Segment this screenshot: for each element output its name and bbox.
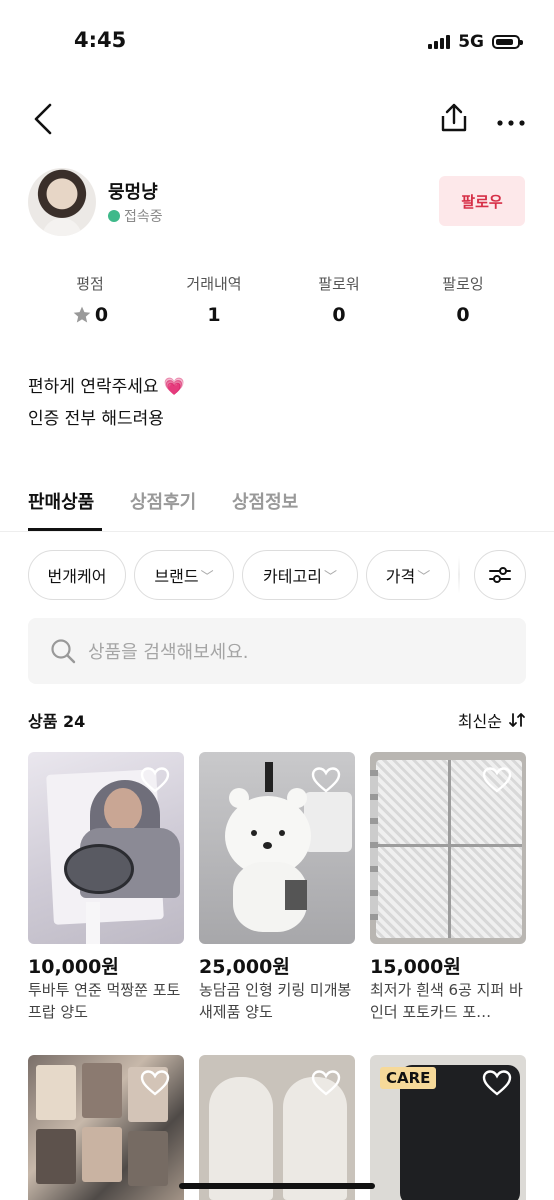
stat-value: 0	[94, 304, 109, 326]
sliders-icon	[489, 567, 511, 583]
stat-following[interactable]: 팔로잉 0	[401, 273, 525, 326]
stat-label: 팔로잉	[442, 275, 484, 293]
product-price: 10,000원	[28, 956, 119, 978]
online-status-label: 접속중	[124, 209, 163, 225]
tab-reviews[interactable]: 상점후기	[130, 488, 196, 514]
stat-transactions[interactable]: 거래내역 1	[152, 273, 276, 326]
product-image[interactable]	[199, 752, 355, 944]
signal-icon	[428, 35, 451, 49]
chevron-down-icon: ﹀	[417, 569, 431, 585]
intro-line-2: 인증 전부 해드려용	[28, 409, 164, 429]
product-title: 투바투 연준 먹짱쭌 포토프랍 양도	[28, 981, 181, 1021]
stat-value: 0	[456, 304, 470, 326]
product-count: 상품 24	[28, 712, 86, 731]
stat-label: 평점	[76, 275, 104, 293]
filter-chip-category[interactable]: 카테고리 ﹀	[242, 550, 358, 600]
product-card[interactable]: 15,000원 최저가 흰색 6공 지퍼 바인더 포토카드 포…	[370, 752, 528, 1023]
filter-chip-care[interactable]: 번개케어	[28, 550, 126, 600]
profile-nickname: 뭉멍냥	[108, 182, 158, 203]
search-input[interactable]: 상품을 검색해보세요.	[88, 638, 248, 664]
home-indicator[interactable]	[179, 1183, 375, 1189]
tab-products[interactable]: 판매상품	[28, 488, 94, 514]
filter-chip-label: 가격	[385, 567, 416, 586]
chevron-down-icon: ﹀	[200, 569, 214, 585]
more-icon[interactable]	[496, 113, 526, 132]
stat-label: 팔로워	[318, 275, 360, 293]
sort-label: 최신순	[457, 712, 502, 731]
filter-chip-brand[interactable]: 브랜드 ﹀	[134, 550, 234, 600]
product-card[interactable]	[199, 1055, 355, 1200]
filter-settings-button[interactable]	[474, 550, 526, 600]
heart-icon[interactable]	[311, 766, 341, 794]
search-icon	[51, 639, 76, 664]
tab-store-info[interactable]: 상점정보	[232, 488, 298, 514]
product-image[interactable]	[28, 1055, 184, 1200]
sort-button[interactable]: 최신순	[458, 708, 526, 732]
filter-chip-label: 브랜드	[154, 567, 199, 586]
online-status: 접속중	[108, 206, 163, 226]
tab-divider	[0, 531, 554, 532]
heart-icon[interactable]	[311, 1069, 341, 1097]
back-icon[interactable]	[30, 102, 58, 140]
sort-icon	[509, 713, 525, 727]
star-icon	[73, 306, 91, 323]
stat-rating[interactable]: 평점 0	[28, 273, 152, 326]
battery-icon	[492, 35, 523, 49]
online-dot-icon	[108, 210, 120, 222]
follow-button[interactable]: 팔로우	[439, 176, 525, 226]
product-card[interactable]: 25,000원 농담곰 인형 키링 미개봉 새제품 양도	[199, 752, 357, 1023]
product-card[interactable]: 10,000원 투바투 연준 먹짱쭌 포토프랍 양도	[28, 752, 186, 1023]
stat-value: 1	[207, 304, 221, 326]
share-icon[interactable]	[438, 102, 470, 138]
product-image[interactable]	[28, 752, 184, 944]
filter-chip-label: 번개케어	[47, 567, 107, 586]
product-price: 25,000원	[199, 956, 290, 978]
heart-icon[interactable]	[482, 1069, 512, 1097]
heart-icon[interactable]	[482, 766, 512, 794]
stat-value: 0	[332, 304, 346, 326]
status-time: 4:45	[74, 28, 127, 52]
avatar[interactable]	[28, 168, 96, 236]
filter-chip-label: 카테고리	[263, 567, 322, 586]
status-icons: 5G	[428, 32, 523, 52]
heart-icon[interactable]	[140, 766, 170, 794]
filter-chip-price[interactable]: 가격 ﹀	[366, 550, 450, 600]
stat-followers[interactable]: 팔로워 0	[277, 273, 401, 326]
chevron-down-icon: ﹀	[323, 569, 337, 585]
chip-fade-divider	[458, 556, 460, 594]
product-image[interactable]: CARE	[370, 1055, 526, 1200]
product-image[interactable]	[199, 1055, 355, 1200]
product-title: 농담곰 인형 키링 미개봉 새제품 양도	[199, 981, 352, 1021]
product-image[interactable]	[370, 752, 526, 944]
product-card[interactable]: CARE	[370, 1055, 526, 1200]
product-card[interactable]	[28, 1055, 184, 1200]
heart-icon[interactable]	[140, 1069, 170, 1097]
intro-line-1: 편하게 연락주세요 💗	[28, 377, 186, 397]
product-price: 15,000원	[370, 956, 461, 978]
care-badge: CARE	[380, 1067, 437, 1089]
network-label: 5G	[458, 32, 484, 52]
search-bar[interactable]: 상품을 검색해보세요.	[28, 618, 526, 684]
product-title: 최저가 흰색 6공 지퍼 바인더 포토카드 포…	[370, 981, 523, 1021]
stat-label: 거래내역	[186, 275, 242, 293]
